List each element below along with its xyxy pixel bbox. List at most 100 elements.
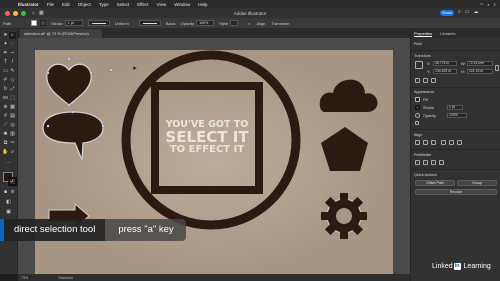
minimize-window-button[interactable] — [13, 10, 18, 16]
workspace-icon[interactable]: ▦ — [39, 10, 44, 16]
align-button[interactable]: Align — [256, 21, 265, 26]
gear-shape[interactable] — [321, 193, 367, 239]
stroke-swatch[interactable] — [40, 20, 47, 26]
slice-tool-icon[interactable]: ✂ — [9, 140, 16, 147]
magic-wand-icon[interactable]: ✦ — [2, 41, 9, 48]
h-field[interactable]: 121.13 in — [467, 69, 493, 74]
exclude-icon[interactable] — [439, 160, 444, 165]
menu-window[interactable]: Window — [170, 2, 194, 7]
align-top-icon[interactable] — [441, 140, 446, 145]
align-bottom-icon[interactable] — [457, 140, 462, 145]
perspective-grid-icon[interactable]: ▦ — [9, 104, 16, 111]
quote-text[interactable]: YOU'VE GOT TO SELECT IT TO EFFECT IT — [163, 120, 251, 155]
zoom-tool-icon[interactable]: ⌕ — [9, 149, 16, 156]
recolor-button[interactable]: Recolor — [415, 189, 497, 195]
cloud-icon[interactable]: ☁ — [474, 9, 479, 15]
graph-tool-icon[interactable]: ▥ — [9, 131, 16, 138]
variable-width-profile[interactable] — [87, 20, 110, 26]
menu-object[interactable]: Object — [74, 2, 95, 7]
curvature-tool-icon[interactable]: ∽ — [9, 50, 16, 57]
mesh-tool-icon[interactable]: # — [2, 113, 9, 120]
screen-mode-icon[interactable]: ▣ — [5, 209, 12, 216]
tab-properties[interactable]: Properties — [414, 31, 433, 37]
unite-icon[interactable] — [415, 160, 420, 165]
menu-effect[interactable]: Effect — [133, 2, 152, 7]
stroke-weight-field[interactable]: 1 pt — [64, 20, 83, 26]
offset-path-button[interactable]: Offset Path — [415, 180, 455, 186]
align-middle-icon[interactable] — [449, 140, 454, 145]
search-icon[interactable]: ⌕ — [487, 2, 489, 7]
transform-button[interactable]: Transform — [271, 21, 289, 26]
wifi-icon[interactable]: ◠ — [480, 2, 484, 7]
rotate-tool-icon[interactable]: ↻ — [2, 86, 9, 93]
gradient-tool-icon[interactable]: ▤ — [9, 113, 16, 120]
stroke-swatch[interactable] — [415, 105, 420, 110]
eyedropper-icon[interactable]: ⟋ — [2, 122, 9, 129]
group-button[interactable]: Group — [457, 180, 497, 186]
draw-mode-icon[interactable]: ◧ — [5, 199, 12, 206]
hand-tool-icon[interactable]: ✋ — [2, 149, 9, 156]
eraser-icon[interactable]: ◇ — [9, 77, 16, 84]
menu-select[interactable]: Select — [113, 2, 134, 7]
document-tab[interactable]: selection.ai* @ 73 % (RGB/Preview) — [20, 29, 102, 38]
constrain-proportions-icon[interactable] — [495, 65, 499, 71]
pentagon-shape[interactable] — [321, 127, 368, 171]
menu-file[interactable]: File — [43, 2, 58, 7]
shaper-tool-icon[interactable]: ✐ — [2, 77, 9, 84]
shape-builder-icon[interactable]: ⊕ — [2, 104, 9, 111]
opacity-field[interactable]: 100% — [196, 20, 215, 26]
color-mode-icon[interactable]: ■ — [2, 189, 9, 196]
rectangle-tool-icon[interactable]: ▭ — [2, 68, 9, 75]
search-icon[interactable]: ⌕ — [458, 9, 461, 15]
menu-type[interactable]: Type — [95, 2, 113, 7]
close-window-button[interactable] — [5, 10, 10, 16]
opacity-field[interactable]: 100% — [447, 113, 467, 118]
paintbrush-icon[interactable]: ✎ — [9, 68, 16, 75]
blend-tool-icon[interactable]: ◎ — [9, 122, 16, 129]
pen-tool-icon[interactable]: ✒ — [2, 50, 9, 57]
none-color-icon[interactable]: ⊘ — [9, 189, 16, 196]
width-tool-icon[interactable]: ⋈ — [2, 95, 9, 102]
flip-horizontal-icon[interactable] — [423, 78, 428, 83]
style-swatch[interactable] — [230, 20, 239, 26]
align-left-icon[interactable] — [415, 140, 420, 145]
menu-view[interactable]: View — [153, 2, 171, 7]
selection-tool-icon[interactable]: ➤ — [2, 32, 9, 39]
menu-edit[interactable]: Edit — [58, 2, 74, 7]
w-field[interactable]: 72.14 mm — [467, 61, 493, 66]
type-tool-icon[interactable]: T — [2, 59, 9, 66]
fill-swatch[interactable] — [31, 20, 38, 26]
fill-swatch[interactable] — [415, 97, 420, 102]
minus-front-icon[interactable] — [423, 160, 428, 165]
menu-app-name[interactable]: Illustrator — [14, 2, 43, 7]
share-button[interactable]: Share — [440, 10, 454, 16]
control-center-icon[interactable]: ≡ — [494, 2, 496, 7]
tab-libraries[interactable]: Libraries — [440, 31, 455, 36]
home-icon[interactable]: ⌂ — [32, 10, 35, 16]
speech-bubble-shape[interactable] — [42, 111, 104, 161]
align-center-icon[interactable] — [423, 140, 428, 145]
heart-shape[interactable] — [46, 63, 92, 106]
zoom-level[interactable]: 73% — [21, 276, 28, 280]
stroke-color-box[interactable] — [8, 177, 17, 186]
cloud-shape[interactable] — [319, 79, 378, 112]
x-field[interactable]: 36.775 in — [433, 61, 457, 66]
workspace-switcher-icon[interactable]: ▭ — [465, 9, 470, 15]
flip-vertical-icon[interactable] — [431, 78, 436, 83]
stroke-weight-field[interactable]: 1 pt — [447, 105, 463, 110]
intersect-icon[interactable] — [431, 160, 436, 165]
free-transform-icon[interactable]: ⬚ — [9, 95, 16, 102]
rotate-icon[interactable] — [415, 78, 420, 83]
y-field[interactable]: 134.625 in — [433, 69, 457, 74]
line-tool-icon[interactable]: / — [9, 59, 16, 66]
artboard-tool-icon[interactable]: ⧉ — [2, 140, 9, 147]
align-right-icon[interactable] — [431, 140, 436, 145]
brush-definition[interactable] — [138, 20, 161, 26]
zoom-window-button[interactable] — [21, 10, 26, 16]
symbol-sprayer-icon[interactable]: ✺ — [2, 131, 9, 138]
direct-selection-tool-icon[interactable]: ▹ — [9, 32, 16, 39]
menu-help[interactable]: Help — [194, 2, 211, 7]
lasso-icon[interactable]: ◌ — [9, 41, 16, 48]
scale-tool-icon[interactable]: ⤢ — [9, 86, 16, 93]
recolor-icon[interactable]: ◐ — [248, 21, 250, 26]
